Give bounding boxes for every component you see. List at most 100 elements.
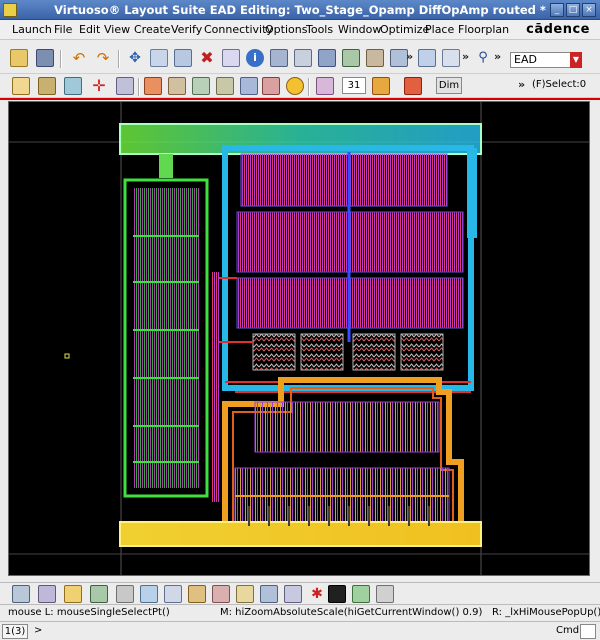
layer-palette-icon[interactable] [12,585,30,603]
search-icon[interactable]: ⚲ [474,49,492,67]
fit-icon[interactable] [418,49,436,67]
toolbar-more-icon[interactable]: » [518,78,525,91]
zoom-in-icon[interactable] [442,49,460,67]
inst-icon[interactable] [90,585,108,603]
upper-transistor-array[interactable] [240,153,448,207]
cap-cell[interactable] [300,333,344,371]
move-icon[interactable]: ✥ [126,49,144,67]
menu-view[interactable]: View [104,23,130,36]
diff-pair-array[interactable] [254,401,440,453]
clip-icon[interactable] [116,585,134,603]
menu-floorplan[interactable]: Floorplan [458,23,509,36]
view-icon[interactable] [240,77,258,95]
menu-place[interactable]: Place [425,23,454,36]
command-count: 1(3) [2,624,28,639]
settings-icon[interactable] [376,585,394,603]
maximize-icon[interactable]: □ [566,3,580,17]
main-toolbar: ↶ ↷ ✥ ✖ i » » ⚲ » EAD ▼ [0,46,600,74]
minimize-icon[interactable]: _ [550,3,564,17]
descend-icon[interactable] [270,49,288,67]
title-bar: Virtuoso® Layout Suite EAD Editing: Two_… [0,0,600,20]
menu-connectivity[interactable]: Connectivity [204,23,273,36]
menu-bar: Launch File Edit View Create Verify Conn… [0,20,600,40]
toolbar-more-icon[interactable]: » [494,50,501,63]
snap-icon[interactable] [116,77,134,95]
bottom-toolbar: ✱ [0,582,600,604]
grid-value-field[interactable]: 31 [342,77,366,94]
canvas-border [0,98,600,100]
redo-icon[interactable]: ↷ [94,49,112,67]
menu-edit[interactable]: Edit [79,23,100,36]
menu-optimize[interactable]: Optimize [380,23,429,36]
save-icon[interactable] [36,49,54,67]
toolbar-more-icon[interactable]: » [462,50,469,63]
command-prompt[interactable]: > [34,625,42,636]
highlight-icon[interactable] [262,77,280,95]
wire-icon[interactable] [404,77,422,95]
command-line: 1(3) > Cmd: [0,621,600,640]
menu-window[interactable]: Window [338,23,381,36]
origin-marker [64,353,70,359]
copy-icon[interactable] [150,49,168,67]
cap-cell[interactable] [352,333,396,371]
select-pointer-icon[interactable] [12,77,30,95]
dim-button[interactable]: Dim [436,77,462,94]
toolbar-more-icon[interactable]: » [406,50,413,63]
nav-icon[interactable] [38,585,56,603]
bulb-icon[interactable] [286,77,304,95]
palette-icon[interactable] [236,585,254,603]
layer-icon[interactable] [342,49,360,67]
check-icon[interactable] [352,585,370,603]
cmd-input[interactable] [580,624,596,639]
undo-icon[interactable]: ↶ [70,49,88,67]
terminal-icon[interactable] [328,585,346,603]
toolbar-separator [60,50,62,68]
world-view-icon[interactable] [140,585,158,603]
cmd-label: Cmd: [556,625,583,636]
array-icon[interactable] [284,585,302,603]
menu-options[interactable]: Options [265,23,307,36]
crosshair-icon[interactable]: ✛ [90,77,108,95]
ruler-tool-icon[interactable] [216,77,234,95]
toolbar-separator [308,78,310,96]
route-icon[interactable] [372,77,390,95]
cap-cell[interactable] [400,333,444,371]
ruler-icon[interactable] [366,49,384,67]
drc-icon[interactable] [192,77,210,95]
edit-toolbar: ✛ 31 Dim » (F)Select:0 [0,74,600,98]
violation-icon[interactable]: ✱ [308,585,326,603]
area-select-icon[interactable] [38,77,56,95]
grid-icon[interactable] [164,585,182,603]
menu-launch[interactable]: Launch [12,23,52,36]
rail-strap [159,154,173,178]
menu-file[interactable]: File [54,23,72,36]
close-icon[interactable]: × [582,3,596,17]
status-mouse-left: mouse L: mouseSingleSelectPt() [8,607,170,618]
menu-create[interactable]: Create [134,23,171,36]
properties-icon[interactable] [222,49,240,67]
partial-select-icon[interactable] [64,77,82,95]
pin-icon[interactable] [260,585,278,603]
toolbar-separator [138,78,140,96]
menu-verify[interactable]: Verify [171,23,202,36]
marker-icon[interactable] [168,77,186,95]
info-icon[interactable]: i [246,49,264,67]
menu-tools[interactable]: Tools [306,23,333,36]
stack-icon[interactable] [316,77,334,95]
open-icon[interactable] [10,49,28,67]
bottom-power-rail[interactable] [120,522,481,546]
stretch-icon[interactable] [174,49,192,67]
annotate-icon[interactable] [188,585,206,603]
status-mouse-middle: M: hiZoomAbsoluteScale(hiGetCurrentWindo… [220,607,483,618]
probe-icon[interactable] [144,77,162,95]
bookmark-icon[interactable] [64,585,82,603]
net-icon[interactable] [212,585,230,603]
return-icon[interactable] [294,49,312,67]
chevron-down-icon[interactable]: ▼ [570,52,582,68]
toolbar-separator [118,50,120,68]
layout-canvas[interactable] [8,101,590,576]
left-device-array [133,188,199,488]
cap-cell[interactable] [252,333,296,371]
hierarchy-icon[interactable] [318,49,336,67]
delete-icon[interactable]: ✖ [198,49,216,67]
